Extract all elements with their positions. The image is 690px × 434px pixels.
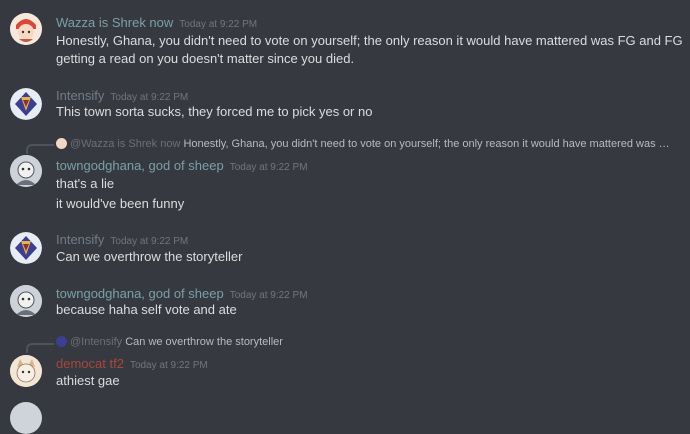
reply-avatar — [56, 138, 67, 149]
author-name[interactable]: Wazza is Shrek now — [56, 15, 173, 30]
avatar[interactable] — [10, 402, 42, 434]
reply-preview[interactable]: @Intensify Can we overthrow the storytel… — [56, 336, 676, 348]
avatar[interactable] — [10, 13, 42, 45]
avatar[interactable] — [10, 88, 42, 120]
timestamp: Today at 9:22 PM — [229, 162, 308, 173]
timestamp: Today at 9:22 PM — [229, 290, 308, 301]
timestamp: Today at 9:22 PM — [110, 92, 189, 103]
author-name[interactable]: democat tf2 — [56, 356, 124, 371]
message-text: Can we overthrow the storyteller — [56, 249, 243, 264]
avatar[interactable] — [10, 232, 42, 264]
reply-connector — [26, 144, 54, 154]
message-text: This town sorta sucks, they forced me to… — [56, 104, 373, 119]
message-text: it would've been funny — [56, 196, 185, 211]
author-name[interactable]: Intensify — [56, 232, 104, 247]
message-text: Honestly, Ghana, you didn't need to vote… — [56, 33, 683, 48]
avatar[interactable] — [10, 355, 42, 387]
reply-avatar — [56, 336, 67, 347]
reply-connector — [26, 343, 54, 353]
timestamp: Today at 9:22 PM — [110, 236, 189, 247]
message-text: getting a read on you doesn't matter sin… — [56, 51, 355, 66]
message-text: because haha self vote and ate — [56, 302, 237, 317]
reply-preview[interactable]: @Wazza is Shrek now Honestly, Ghana, you… — [56, 138, 676, 150]
avatar[interactable] — [10, 155, 42, 187]
author-name[interactable]: Intensify — [56, 88, 104, 103]
timestamp: Today at 9:22 PM — [179, 19, 258, 30]
timestamp: Today at 9:22 PM — [129, 360, 208, 371]
author-name[interactable]: towngodghana, god of sheep — [56, 158, 224, 173]
message-text: that's a lie — [56, 176, 115, 191]
author-name[interactable]: towngodghana, god of sheep — [56, 286, 224, 301]
avatar[interactable] — [10, 285, 42, 317]
message-text: athiest gae — [56, 373, 120, 388]
